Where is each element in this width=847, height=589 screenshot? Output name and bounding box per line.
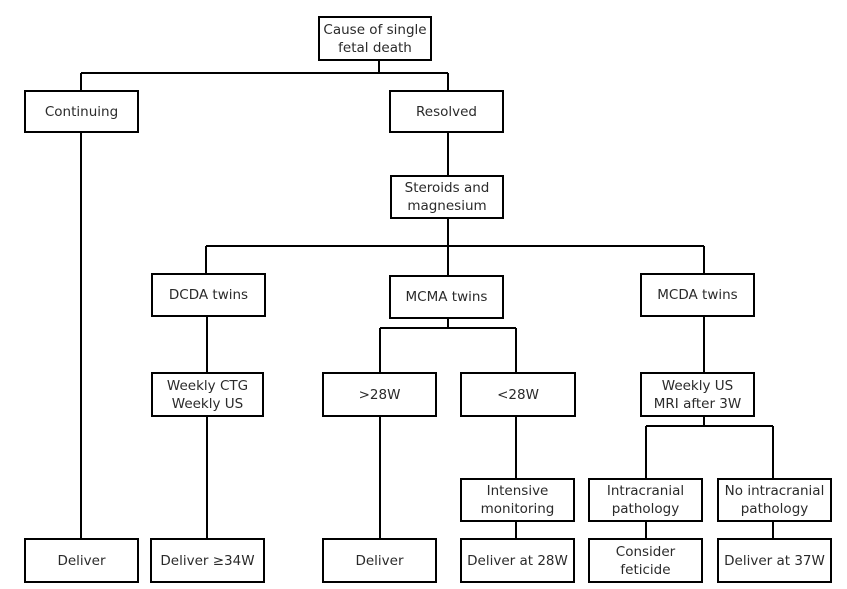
node-mcda: MCDA twins — [640, 273, 755, 317]
node-intracranial: Intracranial pathology — [588, 478, 703, 522]
node-feticide: Consider feticide — [588, 538, 703, 583]
node-dcda-monitor: Weekly CTG Weekly US — [151, 372, 264, 417]
connector-intracranial — [645, 521, 774, 538]
node-resolved: Resolved — [389, 90, 504, 133]
node-dcda: DCDA twins — [151, 273, 266, 317]
node-continuing: Continuing — [24, 90, 139, 133]
node-deliver-37: Deliver at 37W — [717, 538, 832, 583]
node-steroids: Steroids and magnesium — [390, 175, 504, 219]
node-deliver-gt28: Deliver — [322, 538, 437, 583]
node-deliver-28: Deliver at 28W — [460, 538, 575, 583]
node-intensive: Intensive monitoring — [460, 478, 575, 522]
node-deliver-continuing: Deliver — [24, 538, 139, 583]
node-mcma: MCMA twins — [389, 275, 504, 319]
node-mcma-lt28: <28W — [460, 372, 576, 417]
node-mcma-gt28: >28W — [322, 372, 437, 417]
node-root: Cause of single fetal death — [318, 16, 432, 61]
connector-root — [80, 60, 449, 90]
connector-mcma — [379, 318, 517, 372]
connector-steroids — [205, 218, 705, 275]
node-mcda-monitor: Weekly US MRI after 3W — [640, 372, 755, 417]
node-no-intracranial: No intracranial pathology — [717, 478, 832, 522]
node-deliver-dcda: Deliver ≥34W — [150, 538, 265, 583]
